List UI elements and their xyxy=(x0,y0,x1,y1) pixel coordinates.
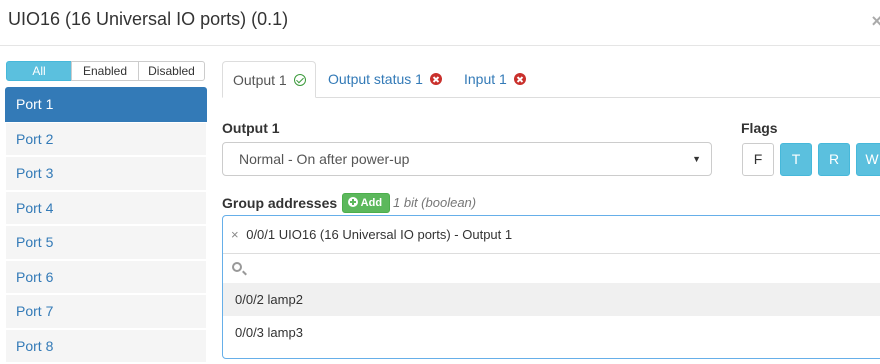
add-group-address-button[interactable]: Add xyxy=(342,193,390,213)
search-icon xyxy=(232,262,242,272)
flag-r-toggle[interactable]: R xyxy=(818,143,850,176)
remove-tag-icon[interactable]: × xyxy=(231,227,239,242)
port-filter-group: All Enabled Disabled xyxy=(6,61,206,81)
add-button-label: Add xyxy=(360,197,383,209)
address-search-row xyxy=(223,253,880,283)
flags-label: Flags xyxy=(741,120,778,136)
filter-disabled-button[interactable]: Disabled xyxy=(138,61,205,81)
filter-all-button[interactable]: All xyxy=(6,61,72,81)
port-item-1[interactable]: Port 1 xyxy=(5,87,207,122)
port-tabs: Output 1 Output status 1 Input 1 xyxy=(222,61,880,98)
datatype-hint: 1 bit (boolean) xyxy=(393,195,477,210)
selected-address-tag: × 0/0/1 UIO16 (16 Universal IO ports) - … xyxy=(231,227,512,242)
address-option[interactable]: 0/0/2 lamp2 xyxy=(223,283,880,316)
error-circle-icon xyxy=(513,73,526,85)
port-item-8[interactable]: Port 8 xyxy=(5,328,207,363)
flag-w-toggle[interactable]: W xyxy=(856,143,880,176)
output-mode-select[interactable]: Normal - On after power-up ▼ xyxy=(222,142,712,176)
tab-label: Output status 1 xyxy=(328,71,423,87)
address-option[interactable]: 0/0/3 lamp3 xyxy=(223,316,880,349)
error-circle-icon xyxy=(429,73,442,85)
dialog-header: UIO16 (16 Universal IO ports) (0.1) × xyxy=(0,0,880,46)
address-search-input[interactable] xyxy=(251,257,851,281)
port-item-7[interactable]: Port 7 xyxy=(5,294,207,329)
tab-input-1[interactable]: Input 1 xyxy=(464,61,526,98)
caret-down-icon: ▼ xyxy=(692,154,701,164)
filter-enabled-button[interactable]: Enabled xyxy=(71,61,139,81)
dialog-title: UIO16 (16 Universal IO ports) (0.1) xyxy=(8,9,289,29)
port-item-5[interactable]: Port 5 xyxy=(5,225,207,260)
port-item-2[interactable]: Port 2 xyxy=(5,121,207,156)
selected-address-text: 0/0/1 UIO16 (16 Universal IO ports) - Ou… xyxy=(246,227,513,242)
flag-f-toggle[interactable]: F xyxy=(742,143,774,176)
output-mode-label: Output 1 xyxy=(222,120,280,136)
output-mode-value: Normal - On after power-up xyxy=(239,151,410,167)
port-list: Port 1 Port 2 Port 3 Port 4 Port 5 Port … xyxy=(5,87,207,363)
group-addresses-label: Group addresses xyxy=(222,195,338,211)
check-circle-icon xyxy=(293,74,306,86)
tab-output-status-1[interactable]: Output status 1 xyxy=(328,61,442,98)
tab-output-1[interactable]: Output 1 xyxy=(222,61,316,98)
port-item-3[interactable]: Port 3 xyxy=(5,156,207,191)
flag-t-toggle[interactable]: T xyxy=(780,143,812,176)
port-item-4[interactable]: Port 4 xyxy=(5,190,207,225)
flags-group: F T R W xyxy=(742,143,880,176)
tab-label: Input 1 xyxy=(464,71,507,87)
close-icon[interactable]: × xyxy=(871,11,880,32)
plus-circle-icon xyxy=(348,197,358,207)
port-item-6[interactable]: Port 6 xyxy=(5,259,207,294)
group-address-chooser: × 0/0/1 UIO16 (16 Universal IO ports) - … xyxy=(222,215,880,359)
tab-label: Output 1 xyxy=(233,72,287,88)
